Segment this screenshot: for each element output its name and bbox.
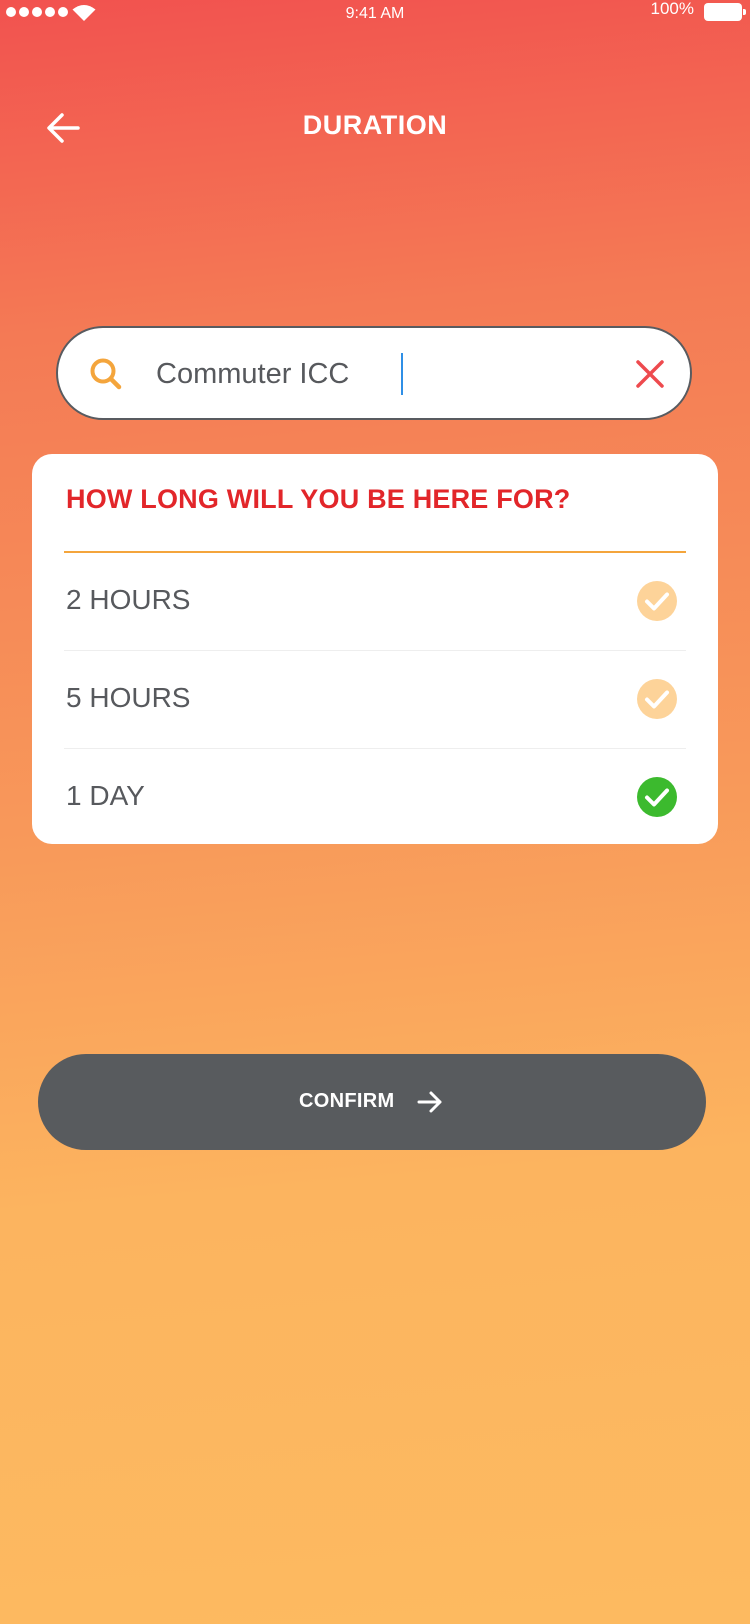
status-bar: 9:41 AM 100% <box>0 0 750 30</box>
battery-percentage: 100% <box>650 0 694 18</box>
check-circle-icon <box>637 581 677 621</box>
duration-question: HOW LONG WILL YOU BE HERE FOR? <box>66 484 571 514</box>
option-label: 5 HOURS <box>66 682 191 713</box>
arrow-right-icon <box>417 1091 442 1113</box>
option-2-hours[interactable]: 2 HOURS <box>64 553 686 651</box>
check-circle-icon <box>637 679 677 719</box>
battery-icon <box>704 3 746 21</box>
duration-card: HOW LONG WILL YOU BE HERE FOR? 2 HOURS 5… <box>32 454 718 844</box>
close-icon <box>636 360 664 388</box>
option-5-hours[interactable]: 5 HOURS <box>64 651 686 749</box>
page-title: DURATION <box>302 110 448 140</box>
clear-search-button[interactable] <box>630 354 670 394</box>
text-cursor <box>401 353 403 395</box>
confirm-button[interactable]: CONFIRM <box>38 1054 706 1150</box>
option-1-day[interactable]: 1 DAY <box>64 749 686 846</box>
search-icon <box>90 358 122 390</box>
search-input[interactable] <box>156 350 576 398</box>
status-time: 9:41 AM <box>345 5 405 22</box>
confirm-label: CONFIRM <box>299 1090 395 1112</box>
check-circle-selected-icon <box>637 777 677 817</box>
search-bar[interactable] <box>56 326 692 420</box>
option-label: 2 HOURS <box>66 584 191 615</box>
option-label: 1 DAY <box>66 780 145 811</box>
